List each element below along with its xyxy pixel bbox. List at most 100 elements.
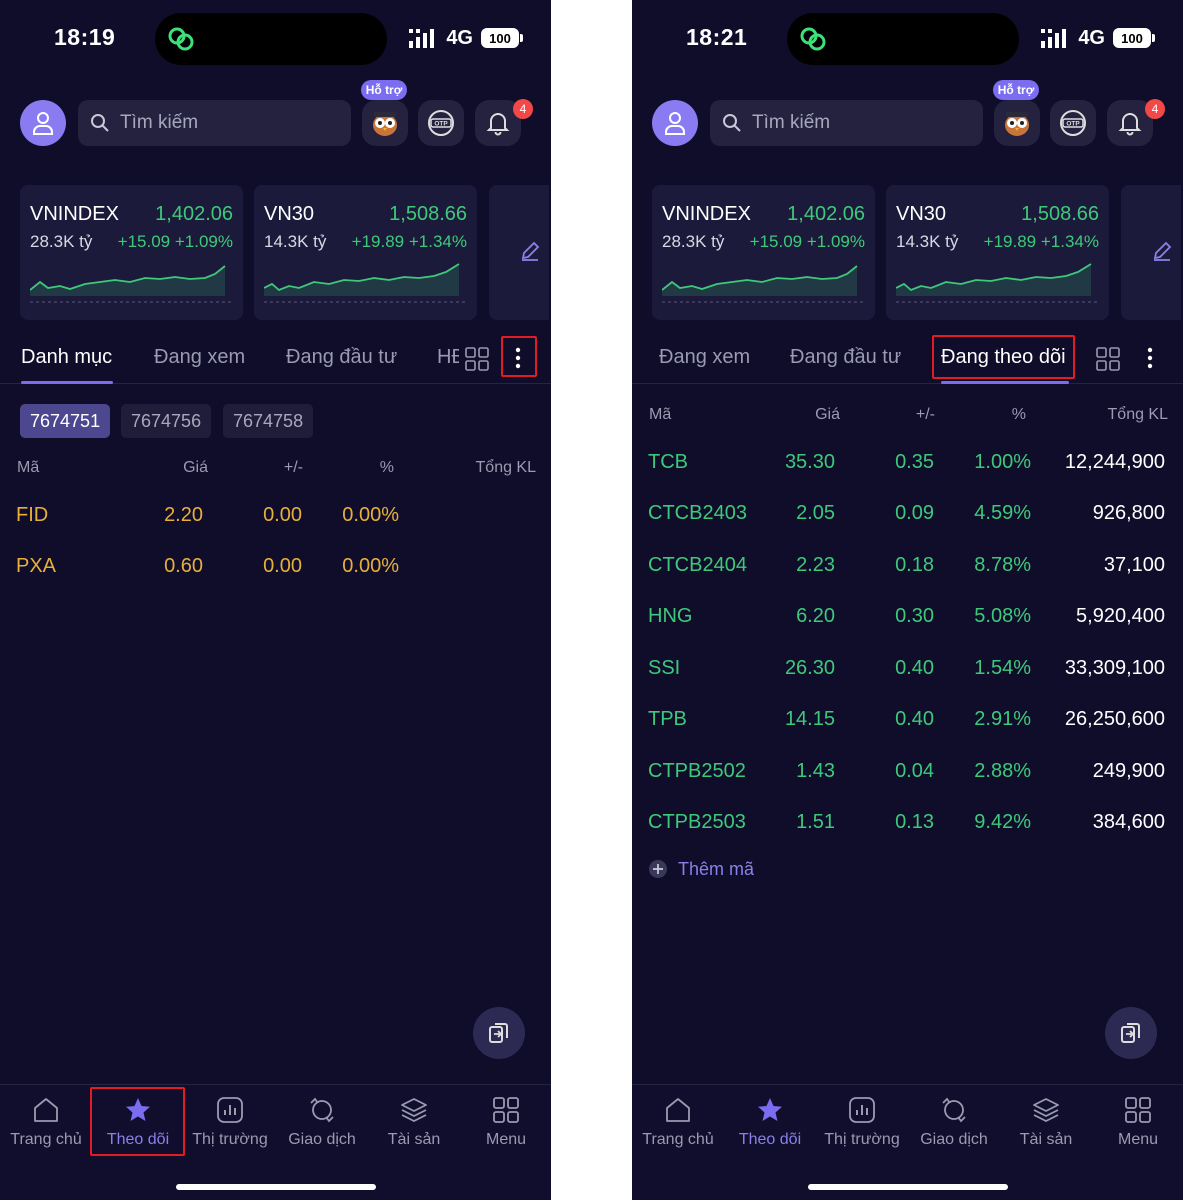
support-button[interactable] — [994, 100, 1040, 146]
index-name: VN30 — [896, 203, 947, 225]
home-icon — [666, 1098, 690, 1122]
row-volume: 12,244,900 — [1064, 451, 1165, 473]
search-box[interactable] — [710, 100, 983, 146]
index-name: VN30 — [264, 203, 315, 225]
home-indicator[interactable] — [808, 1184, 1008, 1190]
nav-item-tai-san[interactable]: Tài sản — [1000, 1085, 1092, 1165]
nav-item-thi-truong[interactable]: Thị trường — [816, 1085, 908, 1165]
home-indicator[interactable] — [176, 1184, 376, 1190]
row-volume: 5,920,400 — [1076, 605, 1165, 627]
account-chip[interactable]: 7674756 — [121, 404, 212, 438]
index-card-vnindex[interactable]: VNINDEX 1,402.06 28.3K tỷ +15.09 +1.09% — [20, 185, 243, 320]
row-symbol: CTPB2502 — [648, 760, 746, 782]
more-options-icon[interactable] — [505, 344, 531, 372]
index-card-vn30[interactable]: VN30 1,508.66 14.3K tỷ +19.89 +1.34% — [254, 185, 477, 320]
index-value: 1,402.06 — [787, 203, 865, 225]
index-change: +15.09 +1.09% — [749, 232, 865, 251]
owl-mascot-icon — [373, 112, 397, 136]
notification-count-badge: 4 — [513, 99, 533, 119]
user-avatar[interactable] — [652, 100, 698, 146]
tab-danh-muc[interactable]: Danh mục — [21, 346, 112, 369]
row-symbol: FID — [16, 504, 49, 526]
floating-export-button[interactable] — [1105, 1007, 1157, 1059]
nav-item-thi-truong[interactable]: Thị trường — [184, 1085, 276, 1165]
trade-exchange-icon — [310, 1097, 334, 1123]
network-type: 4G — [1078, 26, 1105, 49]
nav-item-trang-chu[interactable]: Trang chủ — [632, 1085, 724, 1165]
support-button[interactable] — [362, 100, 408, 146]
row-percent: 1.00% — [974, 451, 1031, 473]
edit-indices-card[interactable] — [489, 185, 549, 320]
export-icon — [489, 1023, 508, 1043]
index-sparkline — [264, 263, 467, 303]
floating-export-button[interactable] — [473, 1007, 525, 1059]
row-percent: 0.00% — [342, 504, 399, 526]
bell-icon — [1118, 113, 1142, 136]
bell-icon — [486, 113, 510, 136]
row-symbol: CTPB2503 — [648, 811, 746, 833]
index-volume: 14.3K tỷ — [264, 232, 327, 251]
row-volume: 37,100 — [1103, 554, 1165, 576]
nav-item-theo-doi[interactable]: Theo dõi — [92, 1085, 184, 1165]
cellular-signal-icon — [409, 29, 435, 48]
nav-item-menu[interactable]: Menu — [460, 1085, 551, 1165]
grid-view-icon[interactable] — [1095, 346, 1121, 372]
index-card-vn30[interactable]: VN30 1,508.66 14.3K tỷ +19.89 +1.34% — [886, 185, 1109, 320]
otp-icon: OTP — [428, 110, 454, 136]
row-change: 0.40 — [895, 708, 934, 730]
nav-item-menu[interactable]: Menu — [1092, 1085, 1183, 1165]
otp-button[interactable]: OTP — [418, 100, 464, 146]
more-options-icon[interactable] — [1137, 344, 1163, 372]
index-card-vnindex[interactable]: VNINDEX 1,402.06 28.3K tỷ +15.09 +1.09% — [652, 185, 875, 320]
row-symbol: HNG — [648, 605, 693, 627]
search-icon — [91, 114, 109, 132]
bottom-navigation: Trang chủ Theo dõi Thị trường Giao dịch … — [0, 1084, 551, 1200]
edit-indices-card[interactable] — [1121, 185, 1181, 320]
star-icon — [758, 1098, 782, 1121]
add-symbol-button[interactable]: Thêm mã — [648, 856, 754, 882]
column-header-volume: Tổng KL — [475, 459, 536, 476]
account-chip[interactable]: 7674751 — [20, 404, 111, 438]
tab-hd[interactable]: HĐ — [437, 346, 459, 369]
top-bar: Hỗ trợ OTP 4 — [0, 78, 551, 168]
search-input[interactable] — [120, 112, 340, 134]
nav-item-trang-chu[interactable]: Trang chủ — [0, 1085, 92, 1165]
account-chip[interactable]: 7674758 — [223, 404, 314, 438]
row-price: 1.43 — [796, 760, 835, 782]
row-price: 35.30 — [784, 451, 835, 473]
row-price: 26.30 — [784, 657, 835, 679]
grid-view-icon[interactable] — [464, 346, 490, 372]
column-header-symbol: Mã — [17, 459, 40, 476]
search-box[interactable] — [78, 100, 351, 146]
row-price: 1.51 — [796, 811, 835, 833]
plus-circle-icon — [649, 860, 667, 878]
search-icon — [723, 114, 741, 132]
nav-item-theo-doi[interactable]: Theo dõi — [724, 1085, 816, 1165]
tab-dang-dau-tu[interactable]: Đang đầu tư — [286, 346, 397, 369]
nav-item-giao-dich[interactable]: Giao dịch — [908, 1085, 1000, 1165]
edit-pencil-icon — [521, 241, 540, 261]
index-sparkline — [30, 265, 233, 303]
row-percent: 9.42% — [974, 811, 1031, 833]
otp-button[interactable]: OTP — [1050, 100, 1096, 146]
row-change: 0.00 — [263, 504, 302, 526]
index-sparkline — [662, 265, 865, 303]
otp-icon: OTP — [1060, 110, 1086, 136]
status-indicators: 4G 100 — [408, 26, 523, 50]
tab-dang-theo-doi[interactable]: Đang theo dõi — [941, 346, 1066, 369]
tab-dang-dau-tu[interactable]: Đang đầu tư — [790, 346, 901, 369]
column-header-price: Giá — [183, 459, 208, 476]
column-header-change: +/- — [283, 459, 303, 476]
index-sparkline — [896, 263, 1099, 303]
nav-item-giao-dich[interactable]: Giao dịch — [276, 1085, 368, 1165]
user-avatar[interactable] — [20, 100, 66, 146]
tab-dang-xem[interactable]: Đang xem — [154, 346, 245, 369]
dynamic-island — [787, 13, 1019, 65]
link-rings-icon — [168, 27, 194, 51]
active-tab-indicator — [941, 381, 1069, 384]
nav-item-tai-san[interactable]: Tài sản — [368, 1085, 460, 1165]
tab-dang-xem[interactable]: Đang xem — [659, 346, 750, 369]
top-bar: Hỗ trợ OTP 4 — [632, 78, 1183, 168]
search-input[interactable] — [752, 112, 972, 134]
row-change: 0.18 — [895, 554, 934, 576]
